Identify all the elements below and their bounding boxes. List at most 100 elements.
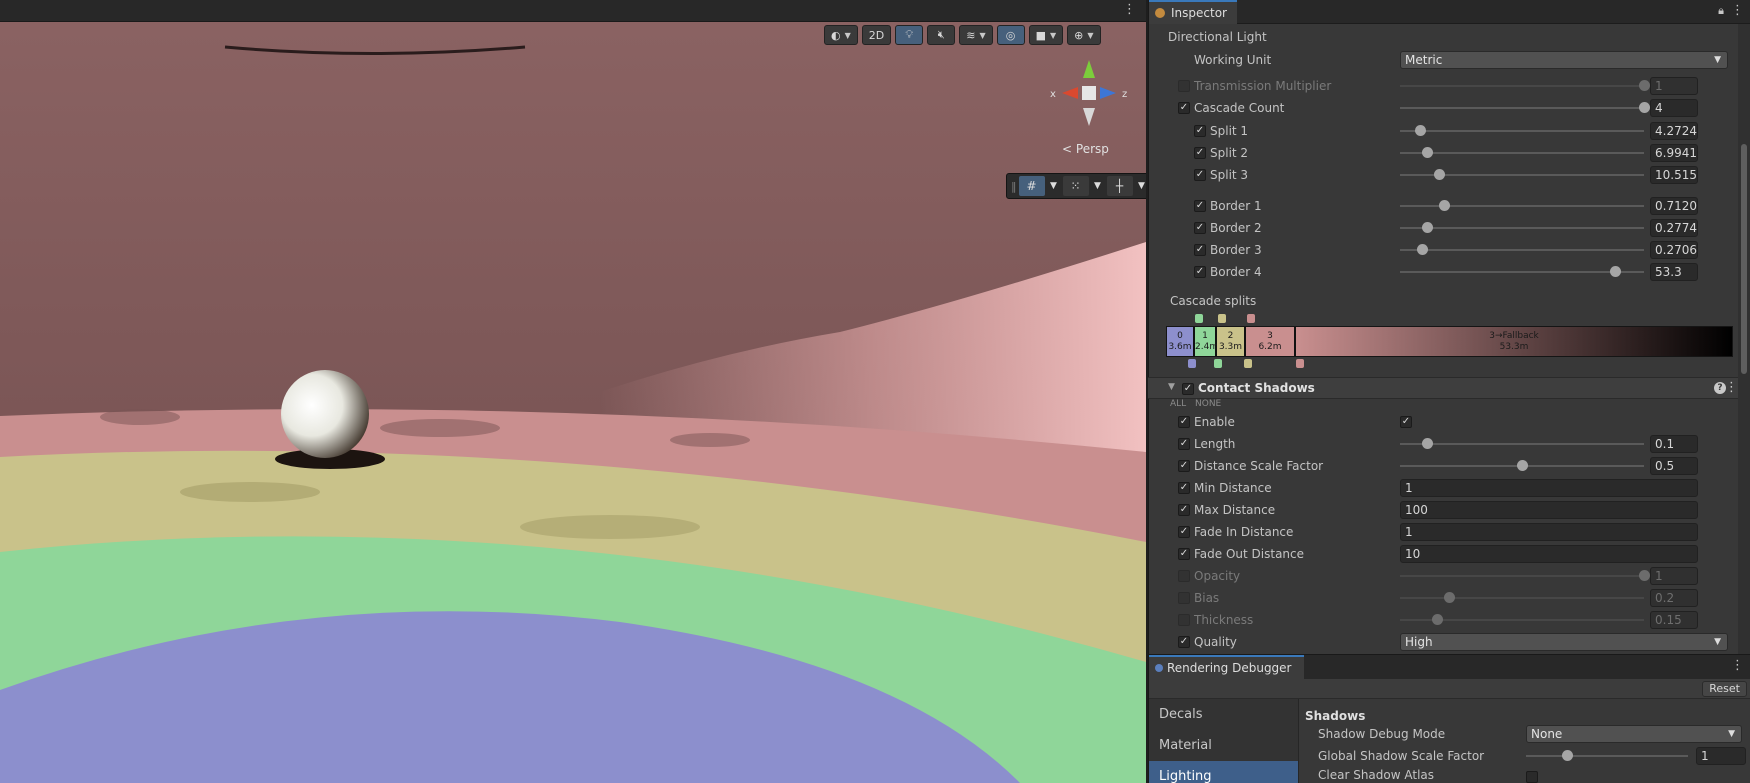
slider-thumb[interactable] — [1639, 80, 1650, 91]
cascade-split-handle[interactable] — [1218, 314, 1226, 323]
fade-in-distance-field[interactable]: 1 — [1400, 523, 1698, 541]
enable-checkbox[interactable]: ✓ — [1400, 416, 1412, 428]
slider-track[interactable] — [1526, 755, 1688, 757]
distance-scale-factor-checkbox[interactable]: ✓ — [1178, 460, 1190, 472]
slider-thumb[interactable] — [1421, 222, 1433, 233]
min-distance-field[interactable]: 1 — [1400, 479, 1698, 497]
slider-thumb[interactable] — [1639, 570, 1650, 581]
working-unit-dropdown[interactable]: Metric ▼ — [1400, 51, 1728, 69]
cascade-split-handle[interactable] — [1195, 314, 1203, 323]
max-distance-checkbox[interactable]: ✓ — [1178, 504, 1190, 516]
slider-thumb[interactable] — [1414, 125, 1426, 136]
more-options-icon[interactable]: ⋮ — [1731, 658, 1744, 673]
projection-toggle[interactable]: < Persp — [1062, 142, 1109, 156]
mode-2d-button[interactable]: 2D — [861, 25, 892, 45]
split-2-field[interactable]: 6.99419 — [1650, 144, 1698, 162]
slider-thumb[interactable] — [1443, 592, 1455, 603]
slider-track[interactable] — [1400, 597, 1644, 599]
inspector-scrollbar[interactable] — [1738, 24, 1750, 654]
slider-thumb[interactable] — [1434, 169, 1446, 180]
drag-handle-icon[interactable]: ‖ — [1011, 180, 1017, 193]
chevron-down-icon[interactable]: ▼ — [1135, 176, 1147, 196]
chevron-down-icon[interactable]: ▼ — [1091, 176, 1105, 196]
rendering-debugger-tab[interactable]: Rendering Debugger — [1149, 655, 1304, 679]
contact-shadows-enable-checkbox[interactable]: ✓ — [1182, 383, 1194, 395]
sidebar-item-lighting[interactable]: Lighting — [1149, 761, 1298, 783]
slider-thumb[interactable] — [1438, 200, 1450, 211]
thickness-checkbox[interactable] — [1178, 614, 1190, 626]
quality-dropdown[interactable]: High ▼ — [1400, 633, 1728, 651]
opacity-checkbox[interactable] — [1178, 570, 1190, 582]
slider-track[interactable] — [1400, 227, 1644, 229]
slider-track[interactable] — [1400, 152, 1644, 154]
cascade-count-checkbox[interactable]: ✓ — [1178, 102, 1190, 114]
border-1-checkbox[interactable]: ✓ — [1194, 200, 1206, 212]
slider-thumb[interactable] — [1639, 102, 1650, 113]
slider-track[interactable] — [1400, 271, 1644, 273]
more-options-icon[interactable]: ⋮ — [1731, 3, 1744, 18]
bias-checkbox[interactable] — [1178, 592, 1190, 604]
sidebar-item-material[interactable]: Material — [1149, 730, 1298, 761]
scene-menu-icon[interactable]: ⋮ — [1123, 2, 1136, 17]
effects-button[interactable]: ≋ ▼ — [959, 25, 993, 45]
cascade-border-handle[interactable] — [1214, 359, 1222, 368]
contact-shadows-header[interactable]: ▼ ✓ Contact Shadows ? ⋮ — [1148, 377, 1738, 399]
split-3-field[interactable]: 10.5154 — [1650, 166, 1698, 184]
border-4-field[interactable]: 53.3 — [1650, 263, 1698, 281]
distance-scale-factor-field[interactable]: 0.5 — [1650, 457, 1698, 475]
select-all-link[interactable]: ALL — [1170, 399, 1186, 409]
max-distance-field[interactable]: 100 — [1400, 501, 1698, 519]
bias-field[interactable]: 0.2 — [1650, 589, 1698, 607]
fade-in-distance-checkbox[interactable]: ✓ — [1178, 526, 1190, 538]
transmission-multiplier-field[interactable]: 1 — [1650, 77, 1698, 95]
slider-thumb[interactable] — [1421, 438, 1433, 449]
cascade-count-field[interactable]: 4 — [1650, 99, 1698, 117]
slider-track[interactable] — [1400, 249, 1644, 251]
chevron-down-icon[interactable]: ▼ — [1047, 176, 1061, 196]
slider-track[interactable] — [1400, 107, 1644, 109]
lighting-toggle-button[interactable]: 💡︎ — [895, 25, 924, 45]
grid-visibility-button[interactable]: ⁙ — [1062, 176, 1089, 196]
slider-track[interactable] — [1400, 85, 1644, 87]
slider-thumb[interactable] — [1416, 244, 1428, 255]
length-field[interactable]: 0.1 — [1650, 435, 1698, 453]
split-1-checkbox[interactable]: ✓ — [1194, 125, 1206, 137]
border-4-checkbox[interactable]: ✓ — [1194, 266, 1206, 278]
inspector-tab[interactable]: Inspector — [1149, 0, 1237, 24]
thickness-field[interactable]: 0.15 — [1650, 611, 1698, 629]
cascade-border-handle[interactable] — [1244, 359, 1252, 368]
cascade-splits-bar[interactable]: 0 3.6m 1 2.4m 2 3.3m 3 6.2m 3→Fallback 53.3m — [1166, 326, 1733, 357]
cascade-border-handle[interactable] — [1188, 359, 1196, 368]
orientation-gizmo[interactable]: x z — [1044, 58, 1134, 128]
scrollbar-thumb[interactable] — [1741, 144, 1747, 374]
border-3-field[interactable]: 0.27067 — [1650, 241, 1698, 259]
scene-viewport[interactable] — [0, 22, 1146, 783]
cascade-border-handle[interactable] — [1296, 359, 1304, 368]
clear-shadow-atlas-checkbox[interactable] — [1526, 771, 1538, 783]
shadow-debug-mode-dropdown[interactable]: None ▼ — [1526, 725, 1742, 743]
gizmos-button[interactable]: ⊕ ▼ — [1067, 25, 1101, 45]
enable-override-checkbox[interactable]: ✓ — [1178, 416, 1190, 428]
camera-button[interactable]: ■ ▼ — [1028, 25, 1064, 45]
slider-thumb[interactable] — [1517, 460, 1528, 471]
border-2-checkbox[interactable]: ✓ — [1194, 222, 1206, 234]
slider-thumb[interactable] — [1561, 750, 1573, 761]
min-distance-checkbox[interactable]: ✓ — [1178, 482, 1190, 494]
length-checkbox[interactable]: ✓ — [1178, 438, 1190, 450]
reset-button[interactable]: Reset — [1702, 681, 1747, 697]
opacity-field[interactable]: 1 — [1650, 567, 1698, 585]
cascade-split-handle[interactable] — [1247, 314, 1255, 323]
lock-icon[interactable]: 🔒︎ — [1718, 4, 1724, 18]
sidebar-item-decals[interactable]: Decals — [1149, 699, 1298, 730]
scene-visibility-button[interactable]: ◎ — [996, 25, 1025, 45]
slider-track[interactable] — [1400, 575, 1644, 577]
fade-out-distance-field[interactable]: 10 — [1400, 545, 1698, 563]
more-options-icon[interactable]: ⋮ — [1725, 380, 1738, 395]
slider-track[interactable] — [1400, 205, 1644, 207]
split-1-field[interactable]: 4.2724 — [1650, 122, 1698, 140]
slider-thumb[interactable] — [1609, 266, 1621, 277]
quality-checkbox[interactable]: ✓ — [1178, 636, 1190, 648]
grid-snap-button[interactable]: # — [1018, 176, 1045, 196]
slider-track[interactable] — [1400, 443, 1644, 445]
global-shadow-scale-factor-field[interactable]: 1 — [1696, 747, 1746, 765]
